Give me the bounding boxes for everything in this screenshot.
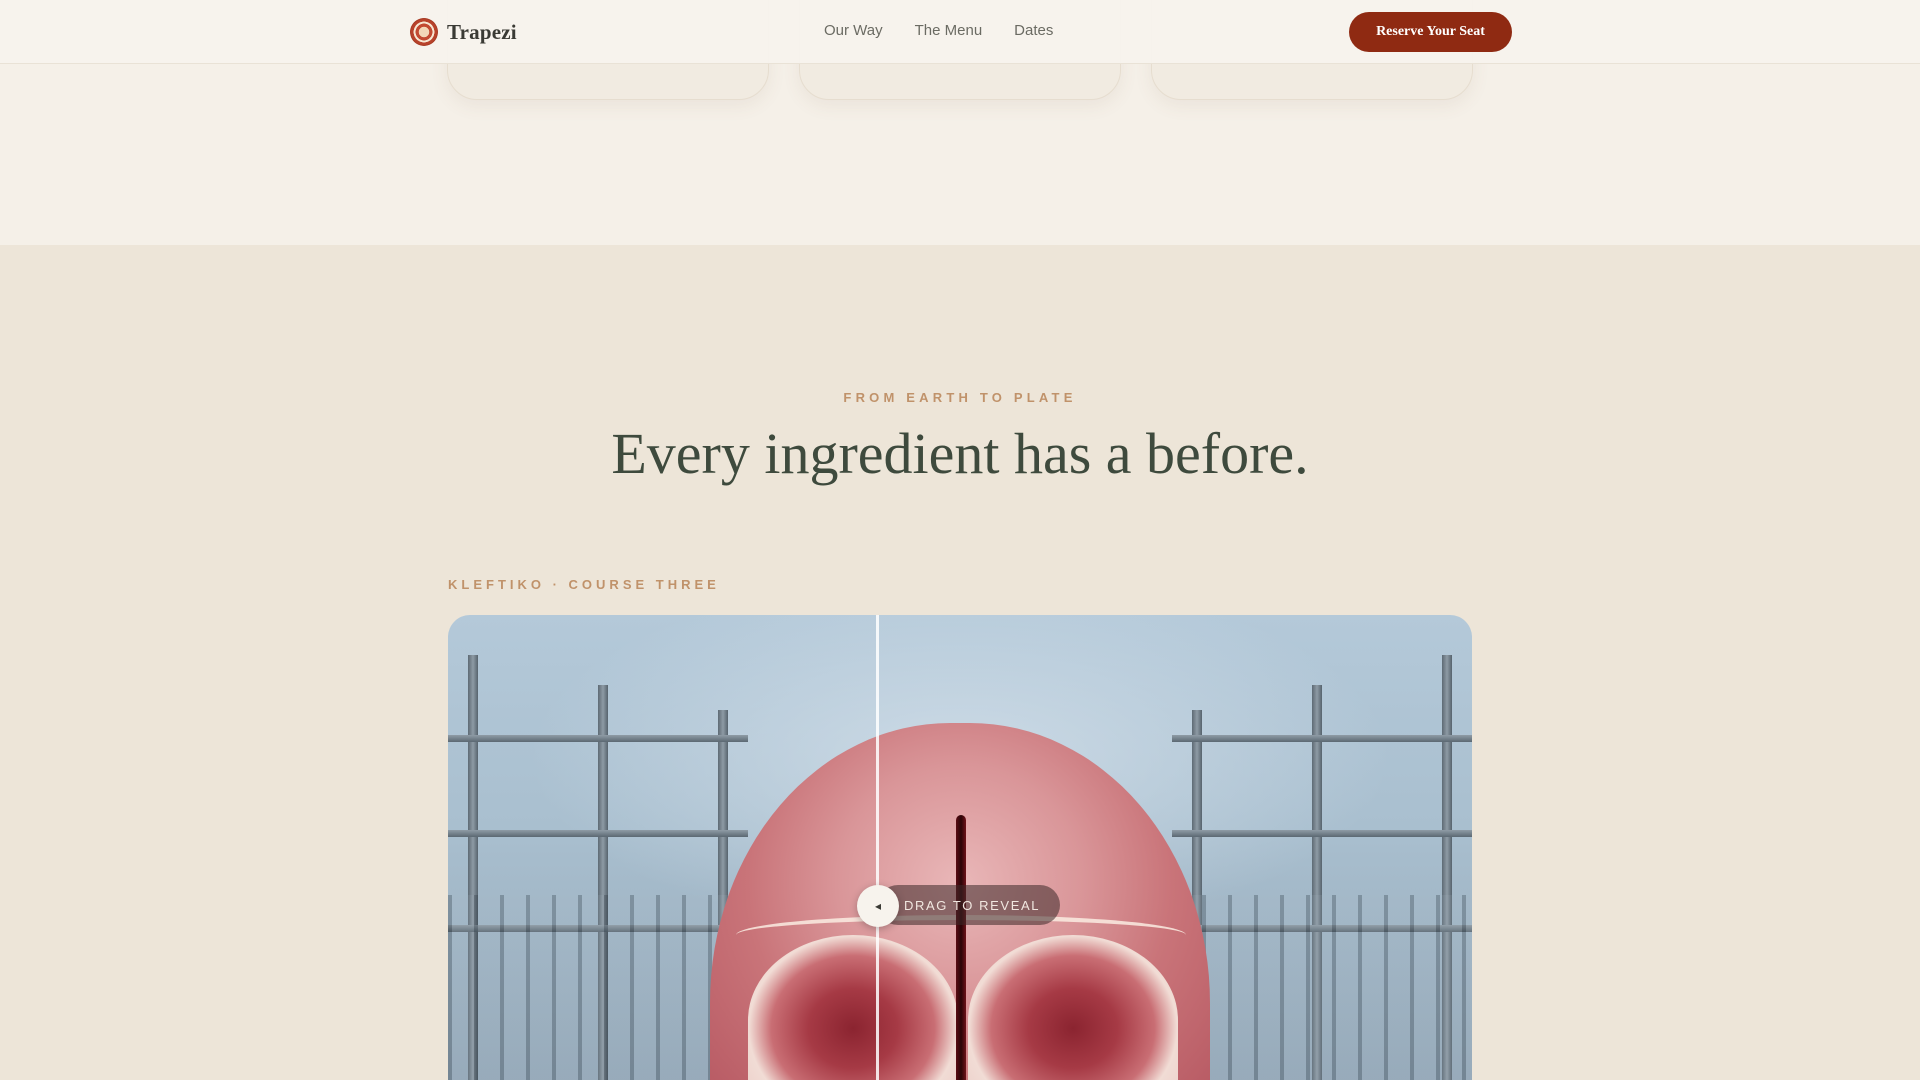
nav-the-menu[interactable]: The Menu	[915, 22, 983, 39]
brand-name: Trapezi	[447, 19, 517, 44]
plate-logo-icon	[410, 18, 438, 46]
nav-dates[interactable]: Dates	[1014, 22, 1053, 39]
drag-hint: DRAG TO REVEAL	[878, 885, 1061, 925]
reserve-seat-button[interactable]: Reserve Your Seat	[1349, 12, 1512, 52]
section-headline: Every ingredient has a before.	[611, 421, 1309, 486]
nav-our-way[interactable]: Our Way	[824, 22, 883, 39]
course-label: KLEFTIKO · COURSE THREE	[448, 577, 720, 592]
spine-cut	[956, 815, 966, 1080]
main-nav: Our Way The Menu Dates	[824, 22, 1053, 39]
arrow-left-icon: ◂	[874, 899, 882, 913]
slider-divider[interactable]	[876, 615, 879, 1080]
slider-handle[interactable]: ◂	[857, 885, 899, 927]
drag-hint-label: DRAG TO REVEAL	[904, 897, 1041, 913]
before-after-slider[interactable]: DRAG TO REVEAL ◂	[448, 615, 1472, 1080]
section-eyebrow: FROM EARTH TO PLATE	[843, 390, 1077, 405]
site-header: Trapezi Our Way The Menu Dates Reserve Y…	[0, 0, 1920, 64]
brand-link[interactable]: Trapezi	[410, 17, 517, 47]
